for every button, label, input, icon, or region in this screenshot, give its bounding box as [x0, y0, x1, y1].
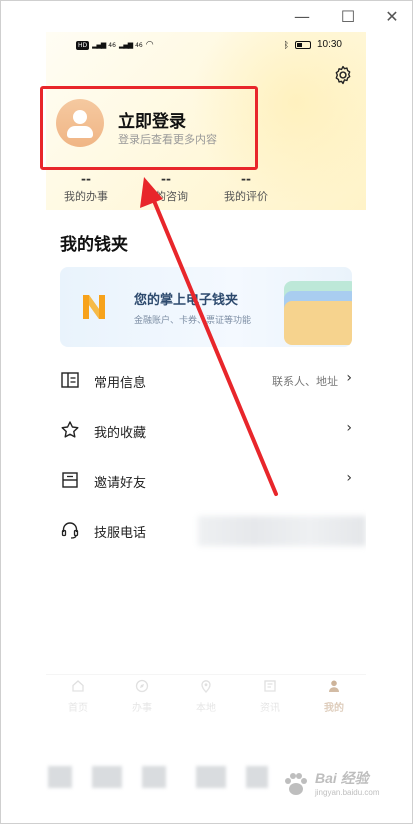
- bottom-tab-bar: 首页 办事 本地 资讯 我的: [46, 674, 366, 714]
- menu-list: 常用信息 联系人、地址 › 我的收藏 › 邀请好友 › 技服电话: [46, 356, 366, 556]
- stat-value: --: [241, 172, 251, 186]
- stat-my-affairs[interactable]: -- 我的办事: [46, 172, 126, 208]
- stats-row: -- 我的办事 -- 我的咨询 -- 我的评价: [46, 172, 366, 208]
- wallet-banner-subtitle: 金融账户、卡券、票证等功能: [134, 316, 252, 326]
- watermark-text: Bai 经验: [315, 770, 369, 786]
- stat-label: 我的办事: [64, 190, 108, 203]
- status-bar: HD ▂▄▆ 46 ▂▄▆ 46 ◠ ᛒ 10:30: [46, 38, 366, 54]
- wallet-banner[interactable]: 您的掌上电子钱夹 金融账户、卡券、票证等功能: [60, 267, 352, 347]
- menu-item-common-info[interactable]: 常用信息 联系人、地址 ›: [46, 356, 366, 406]
- wallet-logo-icon: [83, 295, 105, 319]
- stat-value: --: [81, 172, 91, 186]
- profile-icon: [329, 680, 339, 692]
- signal-icon: ▂▄▆: [92, 41, 106, 49]
- menu-item-service-phone[interactable]: 技服电话: [46, 506, 366, 556]
- star-icon: [61, 421, 79, 438]
- invite-icon: [62, 472, 78, 488]
- minimize-button[interactable]: —: [291, 6, 313, 28]
- chevron-right-icon: ›: [346, 470, 352, 486]
- window-titlebar: — ☐ ✕: [0, 0, 413, 32]
- hd-badge: HD: [76, 40, 90, 50]
- paw-icon: [285, 773, 307, 795]
- compass-icon: [135, 679, 149, 693]
- stat-my-consult[interactable]: -- 我的咨询: [126, 172, 206, 208]
- menu-item-favorites[interactable]: 我的收藏 ›: [46, 406, 366, 456]
- battery-icon: [294, 40, 311, 49]
- signal-label-2: 46: [135, 41, 143, 49]
- news-icon: [264, 680, 276, 692]
- menu-item-label: 技服电话: [94, 526, 147, 541]
- tab-profile[interactable]: 我的: [302, 675, 366, 714]
- chevron-right-icon: ›: [346, 420, 352, 436]
- maximize-button[interactable]: ☐: [337, 6, 359, 28]
- tab-services[interactable]: 办事: [110, 675, 174, 714]
- menu-item-extra: 联系人、地址: [272, 375, 338, 388]
- menu-item-label: 我的收藏: [94, 426, 147, 441]
- clock: 10:30: [316, 39, 342, 50]
- wifi-icon: ◠: [145, 40, 154, 50]
- tab-label: 资讯: [260, 703, 280, 714]
- bluetooth-icon: ᛒ: [283, 39, 289, 50]
- close-button[interactable]: ✕: [381, 6, 403, 28]
- tab-local[interactable]: 本地: [174, 675, 238, 714]
- id-card-icon: [61, 372, 79, 388]
- chevron-right-icon: ›: [346, 370, 352, 386]
- tab-home[interactable]: 首页: [46, 675, 110, 714]
- wallet-section-title: 我的钱夹: [60, 235, 128, 255]
- wallet-card-stack-icon: [284, 281, 352, 347]
- location-icon: [201, 680, 211, 693]
- headset-icon: [61, 522, 79, 539]
- tab-label: 我的: [324, 703, 344, 714]
- tab-label: 本地: [196, 703, 216, 714]
- signal-icon-2: ▂▄▆: [118, 41, 133, 49]
- home-icon: [72, 680, 84, 692]
- highlight-box: [40, 86, 258, 170]
- watermark-url: jingyan.baidu.com: [315, 788, 380, 797]
- blurred-phone-number: [198, 516, 366, 546]
- signal-label-1: 46: [108, 41, 116, 49]
- stat-my-reviews[interactable]: -- 我的评价: [206, 172, 286, 208]
- tab-label: 办事: [132, 703, 152, 714]
- menu-item-label: 邀请好友: [94, 476, 147, 491]
- menu-item-label: 常用信息: [94, 376, 147, 391]
- menu-item-invite[interactable]: 邀请好友 ›: [46, 456, 366, 506]
- stat-label: 我的评价: [224, 190, 268, 203]
- tab-label: 首页: [68, 703, 88, 714]
- settings-gear-icon[interactable]: [332, 64, 354, 86]
- stat-label: 我的咨询: [144, 190, 188, 203]
- wallet-banner-title: 您的掌上电子钱夹: [134, 293, 239, 308]
- watermark-logo: Bai 经验 jingyan.baidu.com: [281, 766, 391, 806]
- stat-value: --: [161, 172, 171, 186]
- tab-news[interactable]: 资讯: [238, 675, 302, 714]
